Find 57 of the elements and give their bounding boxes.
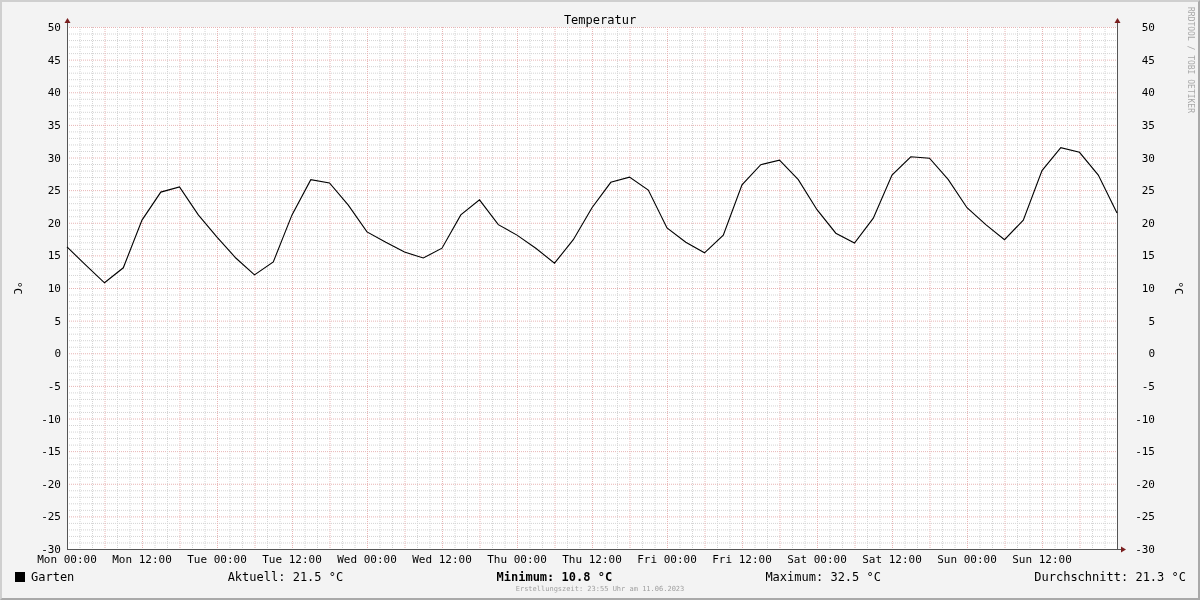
axis-tick-label: Sun 00:00 bbox=[937, 553, 997, 566]
statistic-text: Aktuell: 21.5 °C bbox=[227, 569, 344, 584]
axis-tick-label: 25 bbox=[1141, 184, 1155, 198]
axis-tick-label: Mon 12:00 bbox=[112, 553, 172, 566]
axis-tick-label: 10 bbox=[1141, 282, 1155, 295]
axis-tick-label: 5 bbox=[54, 314, 61, 328]
axis-tick-label: -5 bbox=[47, 379, 61, 393]
axis-tick-label: -25 bbox=[1135, 510, 1155, 524]
axis-tick-label: -5 bbox=[1141, 379, 1155, 393]
axis-tick-label: 15 bbox=[47, 249, 61, 263]
credit-text: RRDTOOL / TOBI OETIKER bbox=[1186, 7, 1195, 113]
axis-tick-label: 40 bbox=[47, 86, 61, 100]
axis-title: °C bbox=[11, 281, 24, 295]
axis-tick-label: Thu 00:00 bbox=[487, 553, 547, 566]
axis-tick-label: 35 bbox=[1141, 118, 1155, 132]
axis-tick-label: 20 bbox=[1141, 216, 1155, 230]
axis-tick-label: Mon 00:00 bbox=[37, 553, 97, 566]
axis-tick-label: 25 bbox=[47, 184, 61, 198]
axis-tick-label: Fri 00:00 bbox=[637, 553, 697, 566]
axis-tick-label: Tue 00:00 bbox=[187, 553, 247, 566]
axis-tick-label: Tue 12:00 bbox=[262, 553, 322, 566]
axis-tick-label: Fri 12:00 bbox=[712, 553, 772, 566]
statistic-text: Durchschnitt: 21.3 °C bbox=[1034, 569, 1186, 584]
axis-tick-label: -10 bbox=[41, 412, 61, 426]
axis-tick-label: Sat 12:00 bbox=[862, 553, 922, 566]
axis-tick-label: 40 bbox=[1141, 86, 1155, 100]
axis-tick-label: -15 bbox=[41, 445, 61, 459]
axis-tick-label: 45 bbox=[47, 53, 61, 67]
axis-tick-label: Thu 12:00 bbox=[562, 553, 622, 566]
axis-tick-label: 0 bbox=[1148, 347, 1155, 361]
axis-tick-label: 0 bbox=[54, 347, 61, 361]
statistic-text: Minimum: 10.8 °C bbox=[496, 569, 613, 584]
axis-tick-label: Sat 00:00 bbox=[787, 553, 847, 566]
axis-tick-label: 15 bbox=[1141, 249, 1155, 263]
axis-tick-label: 50 bbox=[47, 21, 61, 34]
axis-tick-label: Sun 12:00 bbox=[1012, 553, 1072, 566]
axis-tick-label: Wed 12:00 bbox=[412, 553, 472, 566]
axis-tick-label: -10 bbox=[1135, 412, 1155, 426]
axis-tick-label: Wed 00:00 bbox=[337, 553, 397, 566]
statistic-text: Maximum: 32.5 °C bbox=[765, 569, 881, 584]
axis-tick-label: 35 bbox=[47, 118, 61, 132]
axis-tick-label: 45 bbox=[1141, 53, 1155, 67]
axis-tick-label: -20 bbox=[1135, 477, 1155, 491]
chart-title: Temperatur bbox=[563, 13, 637, 27]
axis-tick-label: 20 bbox=[47, 216, 61, 230]
legend-label: Garten bbox=[31, 569, 75, 584]
axis-tick-label: 5 bbox=[1148, 314, 1155, 328]
axis-tick-label: 50 bbox=[1141, 21, 1155, 34]
axis-tick-label: -25 bbox=[41, 510, 61, 524]
axis-tick-label: -20 bbox=[41, 477, 61, 491]
axis-tick-label: 30 bbox=[1141, 151, 1155, 165]
axis-tick-label: -30 bbox=[1135, 543, 1155, 556]
axis-title: °C bbox=[1172, 281, 1185, 295]
axis-tick-label: -15 bbox=[1135, 445, 1155, 459]
axis-tick-label: -30 bbox=[41, 543, 61, 556]
axis-tick-label: 10 bbox=[47, 282, 61, 295]
axis-tick-label: 30 bbox=[47, 151, 61, 165]
